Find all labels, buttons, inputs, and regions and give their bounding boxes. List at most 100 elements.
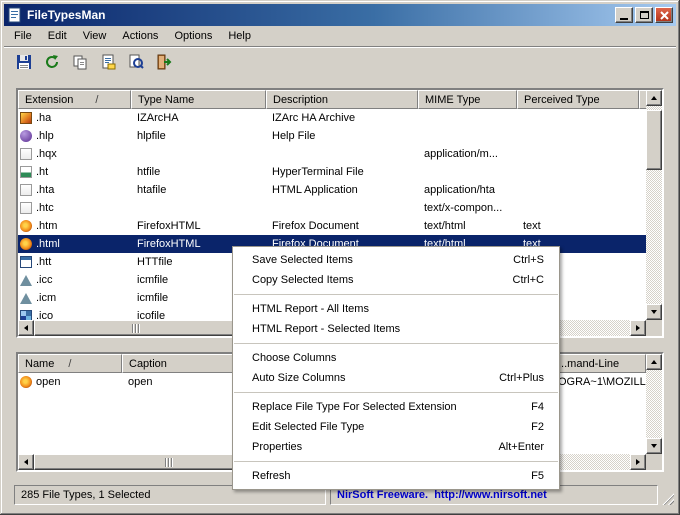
type-cell: htfile	[131, 166, 266, 178]
file-type-row[interactable]: .hlphlpfileHelp File	[18, 127, 646, 145]
menu-separator	[234, 388, 558, 397]
status-text: 285 File Types, 1 Selected	[21, 489, 150, 501]
menu-item-edit[interactable]: Edit	[40, 28, 75, 44]
vertical-scrollbar-thumb[interactable]	[646, 110, 662, 170]
menu-item-help[interactable]: Help	[220, 28, 259, 44]
context-menu-item-copy-selected-items[interactable]: Copy Selected ItemsCtrl+C	[234, 270, 558, 290]
scroll-right-button[interactable]	[630, 320, 646, 336]
properties-icon	[100, 54, 116, 73]
column-header-command-line[interactable]: ...mand-Line	[554, 354, 646, 373]
type-cell: htafile	[131, 184, 266, 196]
extension-label: .icc	[36, 274, 53, 286]
file-type-row[interactable]: .htmFirefoxHTMLFirefox Documenttext/html…	[18, 217, 646, 235]
copy-button[interactable]	[68, 51, 92, 75]
mime-cell: application/m...	[418, 148, 517, 160]
nirsoft-link[interactable]: NirSoft Freeware. http://www.nirsoft.net	[337, 489, 547, 501]
column-label: Extension	[25, 94, 73, 106]
menu-item-file[interactable]: File	[6, 28, 40, 44]
menu-bar: FileEditViewActionsOptionsHelp	[4, 26, 676, 46]
column-header-i[interactable]: I	[639, 90, 646, 109]
column-label: Perceived Type	[524, 94, 600, 106]
vertical-scrollbar[interactable]	[646, 90, 662, 320]
scroll-up-button[interactable]	[646, 90, 662, 106]
extension-label: .hta	[36, 184, 54, 196]
menu-item-options[interactable]: Options	[166, 28, 220, 44]
ico-file-icon	[20, 310, 32, 320]
find-button[interactable]	[124, 51, 148, 75]
context-menu-item-auto-size-columns[interactable]: Auto Size ColumnsCtrl+Plus	[234, 368, 558, 388]
horizontal-scrollbar-thumb[interactable]	[34, 320, 239, 336]
context-menu-item-edit-selected-file-type[interactable]: Edit Selected File TypeF2	[234, 417, 558, 437]
menu-item-shortcut: F5	[531, 470, 544, 482]
minimize-button[interactable]	[615, 7, 633, 23]
resize-grip[interactable]	[661, 492, 674, 505]
scroll-right-button[interactable]	[630, 454, 646, 470]
column-header-type-name[interactable]: Type Name	[131, 90, 266, 109]
file-type-row[interactable]: .haIZArcHAIZArc HA Archive	[18, 109, 646, 127]
icm-file-icon	[20, 275, 32, 286]
file-type-row[interactable]: .ht htfileHyperTerminal File	[18, 163, 646, 181]
column-label: ...mand-Line	[558, 358, 619, 370]
arrow-left-icon	[24, 459, 28, 465]
type-cell: IZArcHA	[131, 112, 266, 124]
extension-cell: .ico	[18, 310, 131, 320]
mime-cell: application/hta	[418, 184, 517, 196]
maximize-button[interactable]	[635, 7, 653, 23]
menu-item-shortcut: Alt+Enter	[498, 441, 544, 453]
column-header-description[interactable]: Description	[266, 90, 418, 109]
extension-cell: .icc	[18, 274, 131, 286]
app-window: FileTypesMan FileEditViewActionsOptionsH…	[0, 0, 680, 515]
refresh-button[interactable]	[40, 51, 64, 75]
name-cell: open	[18, 376, 122, 388]
context-menu-item-choose-columns[interactable]: Choose Columns	[234, 348, 558, 368]
menu-separator-line	[234, 343, 558, 344]
column-header-mime-type[interactable]: MIME Type	[418, 90, 517, 109]
column-header-extension[interactable]: Extension/	[18, 90, 131, 109]
scroll-up-button[interactable]	[646, 354, 662, 370]
extension-label: .hqx	[36, 148, 57, 160]
extension-cell: .ha	[18, 112, 131, 124]
copy-icon	[72, 54, 88, 73]
menu-item-actions[interactable]: Actions	[114, 28, 166, 44]
save-button[interactable]	[12, 51, 36, 75]
column-header-name[interactable]: Name/	[18, 354, 122, 373]
menu-item-shortcut: Ctrl+C	[513, 274, 544, 286]
window-controls	[615, 7, 673, 23]
column-label: Type Name	[138, 94, 194, 106]
scroll-down-button[interactable]	[646, 304, 662, 320]
title-bar[interactable]: FileTypesMan	[4, 4, 676, 26]
file-type-row[interactable]: .htahtafileHTML Applicationapplication/h…	[18, 181, 646, 199]
context-menu-item-html-report-all-items[interactable]: HTML Report - All Items	[234, 299, 558, 319]
extension-label: .ht	[36, 166, 48, 178]
scroll-left-button[interactable]	[18, 454, 34, 470]
context-menu-item-save-selected-items[interactable]: Save Selected ItemsCtrl+S	[234, 250, 558, 270]
close-icon	[660, 11, 669, 20]
grip-icon	[165, 458, 174, 467]
actions-vertical-scrollbar[interactable]	[646, 354, 662, 454]
menu-item-view[interactable]: View	[75, 28, 115, 44]
extension-cell: .htc	[18, 202, 131, 214]
context-menu-item-refresh[interactable]: RefreshF5	[234, 466, 558, 486]
toolbar	[4, 46, 676, 79]
scroll-left-button[interactable]	[18, 320, 34, 336]
menu-separator	[234, 290, 558, 299]
exit-button[interactable]	[152, 51, 176, 75]
extension-cell: .icm	[18, 292, 131, 304]
context-menu-item-html-report-selected-items[interactable]: HTML Report - Selected Items	[234, 319, 558, 339]
extension-label: .htm	[36, 220, 57, 232]
type-cell: hlpfile	[131, 130, 266, 142]
name-label: open	[36, 376, 60, 388]
context-menu-item-properties[interactable]: PropertiesAlt+Enter	[234, 437, 558, 457]
close-button[interactable]	[655, 7, 673, 23]
context-menu-item-replace-file-type-for-selected-extension[interactable]: Replace File Type For Selected Extension…	[234, 397, 558, 417]
properties-button[interactable]	[96, 51, 120, 75]
extension-cell: .htm	[18, 220, 131, 232]
arrow-right-icon	[636, 459, 640, 465]
file-type-row[interactable]: .hqx application/m...	[18, 145, 646, 163]
file-type-row[interactable]: .htctext/x-compon...	[18, 199, 646, 217]
help-file-icon	[20, 130, 32, 142]
desc-cell: HyperTerminal File	[266, 166, 418, 178]
extension-cell: .hta	[18, 184, 131, 196]
scroll-down-button[interactable]	[646, 438, 662, 454]
column-header-perceived-type[interactable]: Perceived Type	[517, 90, 639, 109]
